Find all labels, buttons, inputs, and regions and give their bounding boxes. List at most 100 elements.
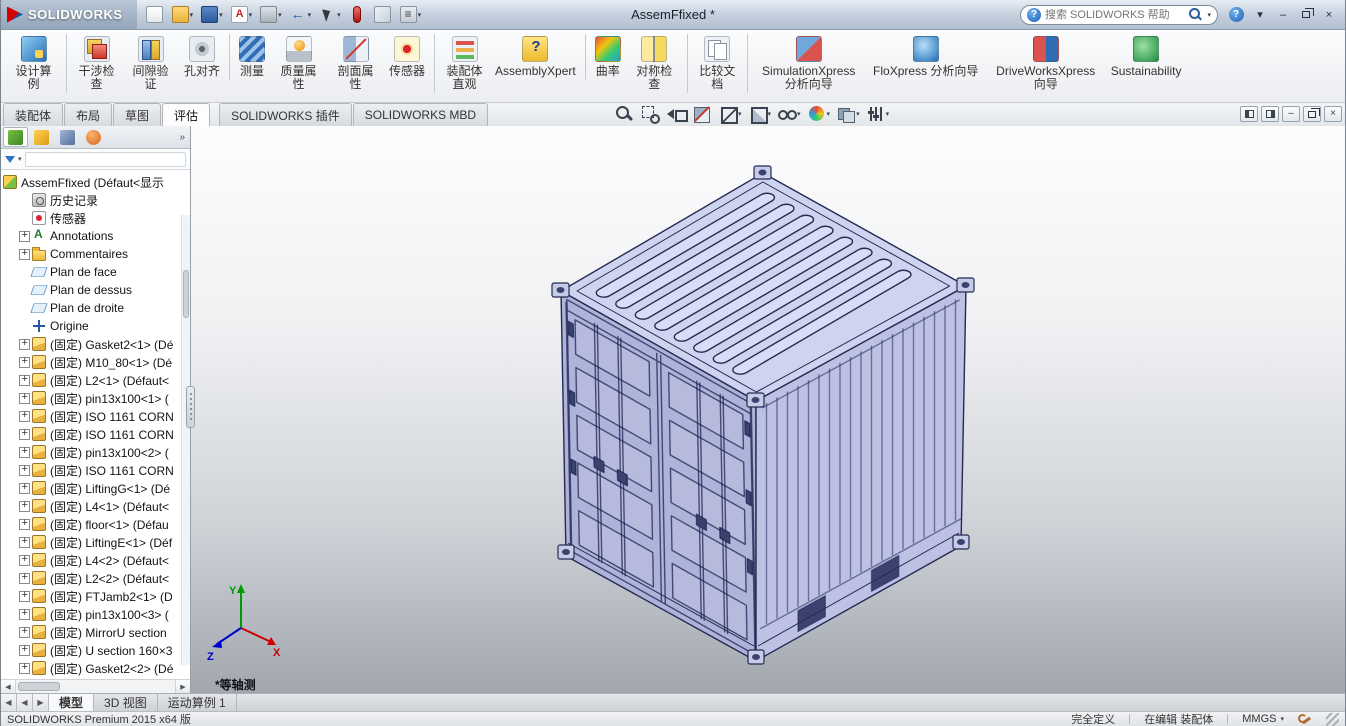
tab-scroll-right-button[interactable]: ▶ [33, 694, 49, 711]
dropdown-arrow-icon[interactable]: ▾ [337, 11, 341, 19]
expand-icon[interactable] [19, 409, 30, 422]
toolbar-button[interactable]: ▾ [198, 4, 226, 26]
doc-restore-button[interactable] [1303, 106, 1321, 122]
panel-tab[interactable] [3, 127, 28, 147]
ribbon-button[interactable]: 干涉检查 [66, 34, 121, 93]
scroll-right-button[interactable]: ▶ [175, 680, 190, 693]
tree-item[interactable]: (固定) L4<1> (Défaut< [3, 497, 190, 515]
tree-horizontal-scrollbar[interactable]: ◀ ▶ [1, 679, 190, 693]
view-tool-button[interactable] [615, 105, 634, 123]
tree-item[interactable]: Commentaires [3, 245, 190, 263]
dropdown-arrow-icon[interactable]: ▾ [797, 110, 801, 118]
ribbon-button[interactable]: 剖面属性 [328, 34, 383, 93]
view-tool-button[interactable] [693, 105, 712, 123]
expand-icon[interactable] [19, 481, 30, 494]
tree-item[interactable]: 历史记录 [3, 191, 190, 209]
expand-icon[interactable] [19, 445, 30, 458]
filter-input[interactable] [24, 151, 186, 167]
ribbon-button[interactable]: 比较文档 [686, 34, 742, 93]
dropdown-arrow-icon[interactable]: ▾ [418, 11, 422, 19]
command-tab[interactable]: SOLIDWORKS MBD [352, 103, 489, 126]
tab-scroll-left-button[interactable]: ◀ [17, 694, 33, 711]
dropdown-arrow-icon[interactable]: ▾ [856, 110, 860, 118]
ribbon-button[interactable]: FloXpress 分析向导 [867, 34, 985, 80]
tree-item[interactable]: (固定) M10_80<1> (Dé [3, 353, 190, 371]
unit-system[interactable]: MMGS [1242, 713, 1276, 725]
document-tab[interactable]: 3D 视图 [94, 694, 158, 711]
ribbon-button[interactable]: Sustainability [1107, 34, 1186, 80]
ribbon-button[interactable]: 孔对齐 [180, 34, 224, 80]
document-tab[interactable]: 模型 [49, 694, 95, 711]
tree-item[interactable]: (固定) ISO 1161 CORN [3, 407, 190, 425]
ribbon-button[interactable]: SimulationXpress 分析向导 [746, 34, 865, 93]
dropdown-arrow-icon[interactable]: ▾ [886, 110, 890, 118]
tree-item[interactable]: (固定) LiftingG<1> (Dé [3, 479, 190, 497]
tree-item[interactable]: (固定) Gasket2<1> (Dé [3, 335, 190, 353]
scrollbar-thumb[interactable] [183, 270, 189, 318]
minimize-button[interactable]: – [1273, 6, 1293, 23]
search-icon[interactable] [1189, 8, 1202, 21]
expand-icon[interactable] [19, 373, 30, 386]
view-tool-button[interactable]: ▾ [808, 105, 831, 123]
tree-item[interactable]: (固定) Gasket2<2> (Dé [3, 659, 190, 677]
help-search-box[interactable]: ? ▾ [1020, 4, 1218, 25]
tree-item[interactable]: Origine [3, 317, 190, 335]
toolbar-button[interactable]: ▾ [316, 4, 344, 26]
expand-icon[interactable] [19, 247, 30, 260]
panel-tab[interactable] [81, 127, 106, 147]
tree-item[interactable]: (固定) ISO 1161 CORN [3, 425, 190, 443]
view-tool-button[interactable] [667, 105, 688, 123]
dropdown-arrow-icon[interactable]: ▾ [768, 110, 772, 118]
tree-item[interactable]: (固定) FTJamb2<1> (D [3, 587, 190, 605]
ribbon-button[interactable]: 间隙验证 [123, 34, 178, 93]
tree-item[interactable]: (固定) L2<2> (Défaut< [3, 569, 190, 587]
dropdown-arrow-icon[interactable]: ▾ [249, 11, 253, 19]
tree-item[interactable]: Plan de face [3, 263, 190, 281]
tree-vertical-scrollbar[interactable] [181, 215, 190, 665]
tree-item[interactable]: (固定) LiftingE<1> (Déf [3, 533, 190, 551]
ribbon-button[interactable]: 传感器 [385, 34, 429, 80]
panel-splitter-handle[interactable] [186, 386, 195, 428]
ribbon-button[interactable]: 测量 [229, 34, 269, 80]
tree-item[interactable]: (固定) U section 160×3 [3, 641, 190, 659]
dropdown-arrow-icon[interactable]: ▾ [827, 110, 831, 118]
document-tab[interactable]: 运动算例 1 [158, 694, 237, 711]
view-tool-button[interactable]: ▾ [867, 105, 890, 123]
tree-item[interactable]: (固定) pin13x100<3> ( [3, 605, 190, 623]
close-button[interactable]: × [1319, 6, 1339, 23]
toolbar-button[interactable]: ▾ [169, 4, 197, 26]
dropdown-arrow-icon[interactable]: ▾ [219, 11, 223, 19]
graphics-area[interactable]: Y X Z *等轴测 [191, 126, 1345, 693]
view-tool-button[interactable]: ▾ [749, 105, 772, 124]
help-button[interactable]: ? [1228, 7, 1244, 22]
search-dropdown-icon[interactable]: ▾ [1207, 11, 1211, 19]
tree-item[interactable]: Plan de droite [3, 299, 190, 317]
scrollbar-thumb[interactable] [18, 682, 60, 691]
tree-item[interactable]: Plan de dessus [3, 281, 190, 299]
ribbon-button[interactable]: 设计算例 [6, 34, 61, 93]
ribbon-button[interactable]: DriveWorksXpress 向导 [987, 34, 1105, 93]
container-model[interactable] [552, 166, 974, 664]
tree-item[interactable]: (固定) L4<2> (Défaut< [3, 551, 190, 569]
tree-item[interactable]: (固定) floor<1> (Défau [3, 515, 190, 533]
expand-icon[interactable] [19, 517, 30, 530]
view-tool-button[interactable]: ▾ [778, 105, 801, 123]
pane-right-button[interactable] [1261, 106, 1279, 122]
expand-icon[interactable] [19, 661, 30, 674]
panel-tab[interactable] [55, 127, 80, 147]
view-tool-button[interactable] [641, 105, 660, 124]
toolbar-button[interactable]: ▾ [257, 4, 285, 26]
pane-left-button[interactable] [1240, 106, 1258, 122]
dropdown-arrow-icon[interactable]: ▾ [308, 11, 312, 19]
expand-icon[interactable] [19, 607, 30, 620]
command-tab[interactable]: 布局 [64, 103, 113, 126]
dropdown-arrow-icon[interactable]: ▾ [738, 110, 742, 118]
tree-item[interactable]: Annotations [3, 227, 190, 245]
restore-button[interactable] [1296, 6, 1316, 23]
tree-item[interactable]: (固定) L2<1> (Défaut< [3, 371, 190, 389]
dropdown-arrow-icon[interactable]: ▾ [190, 11, 194, 19]
doc-minimize-button[interactable]: – [1282, 106, 1300, 122]
ribbon-button[interactable]: 对称检查 [627, 34, 682, 93]
expand-icon[interactable] [19, 229, 30, 242]
expand-icon[interactable] [19, 337, 30, 350]
